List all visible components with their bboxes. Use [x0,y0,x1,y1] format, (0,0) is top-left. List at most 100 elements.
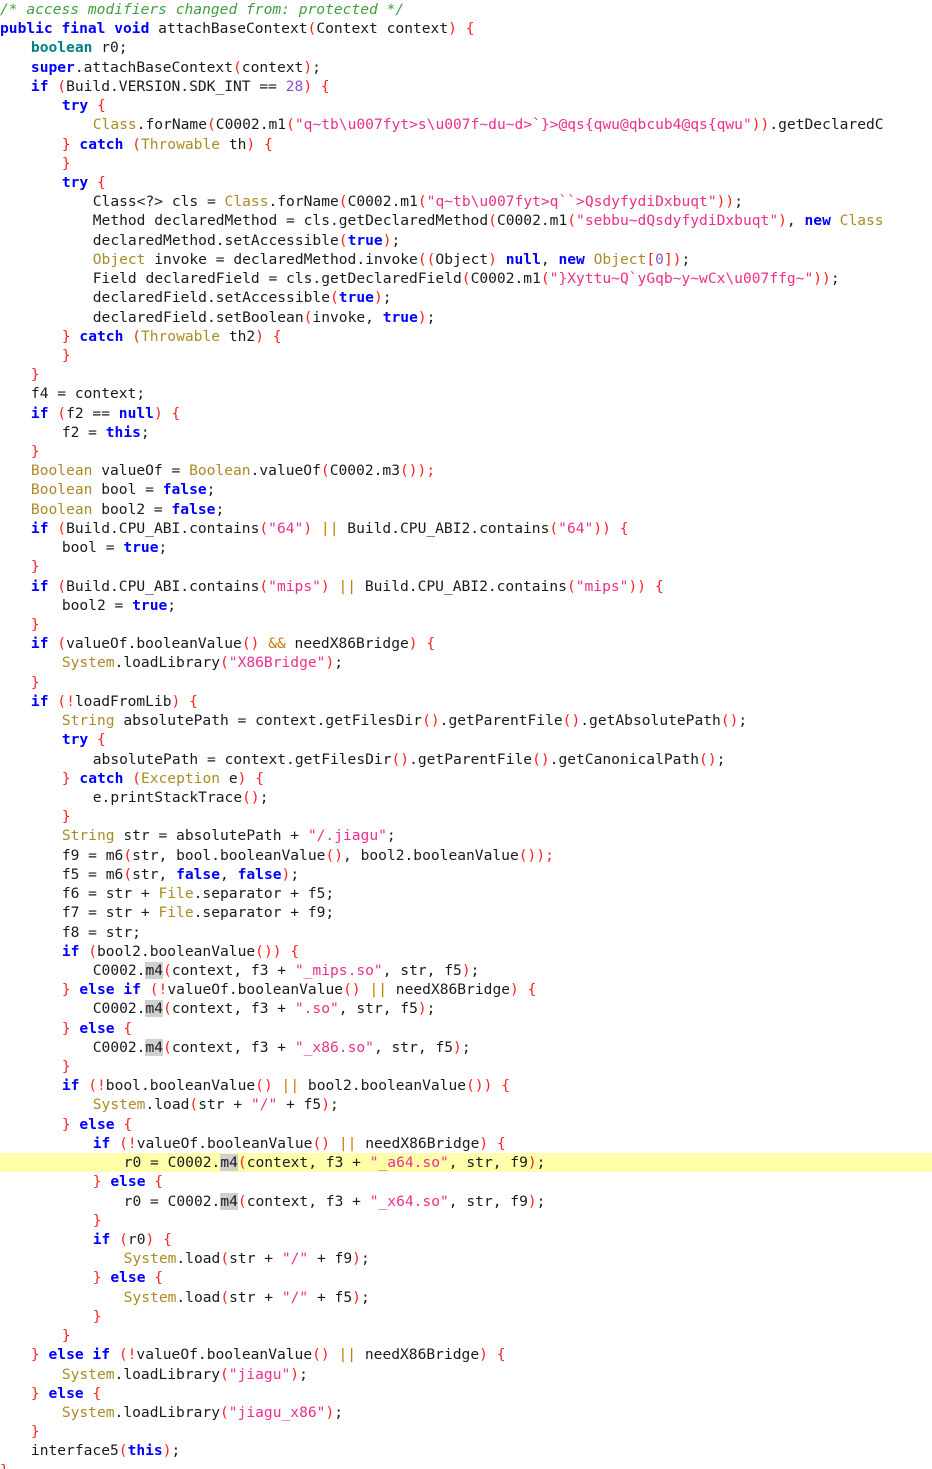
code-line[interactable]: if (!valueOf.booleanValue() || needX86Br… [0,1134,932,1153]
code-line[interactable]: try { [0,96,932,115]
code-token: )) [751,116,770,134]
code-line[interactable]: r0 = C0002.m4(context, f3 + "_a64.so", s… [0,1153,932,1173]
code-viewer[interactable]: /* access modifiers changed from: protec… [0,0,932,1469]
code-line[interactable]: } [0,1326,932,1345]
code-line[interactable]: System.load(str + "/" + f5); [0,1288,932,1307]
code-token: ; [167,596,177,614]
code-line[interactable]: String str = absolutePath + "/.jiagu"; [0,826,932,845]
code-line[interactable]: System.loadLibrary("jiagu_x86"); [0,1403,932,1422]
code-token: ) [488,250,497,268]
code-line[interactable]: } [0,1422,932,1441]
code-line[interactable]: try { [0,173,932,192]
code-line[interactable]: C0002.m4(context, f3 + "_mips.so", str, … [0,961,932,980]
code-line[interactable]: interface5(this); [0,1441,932,1460]
code-line[interactable]: } else { [0,1384,932,1403]
code-line[interactable]: } else { [0,1019,932,1038]
code-line[interactable]: declaredMethod.setAccessible(true); [0,231,932,250]
code-line[interactable]: declaredField.setBoolean(invoke, true); [0,308,932,327]
code-line[interactable]: if (!bool.booleanValue() || bool2.boolea… [0,1076,932,1095]
code-line[interactable]: } [0,807,932,826]
code-line[interactable]: try { [0,730,932,749]
code-line[interactable]: f7 = str + File.separator + f9; [0,903,932,922]
code-line[interactable]: C0002.m4(context, f3 + "_x86.so", str, f… [0,1038,932,1057]
code-line[interactable]: Boolean valueOf = Boolean.valueOf(C0002.… [0,461,932,480]
code-line[interactable]: String absolutePath = context.getFilesDi… [0,711,932,730]
code-line[interactable]: r0 = C0002.m4(context, f3 + "_x64.so", s… [0,1192,932,1211]
code-line[interactable]: } else { [0,1172,932,1191]
code-line[interactable]: if (valueOf.booleanValue() && needX86Bri… [0,634,932,653]
code-line[interactable]: } catch (Throwable th2) { [0,327,932,346]
code-line[interactable]: } [0,365,932,384]
code-line[interactable]: } [0,1057,932,1076]
code-token: 28 [285,77,304,95]
code-token: this [127,1442,163,1460]
code-line[interactable]: Class<?> cls = Class.forName(C0002.m1("q… [0,192,932,211]
code-token: Method declaredMethod = cls.getDeclaredM… [92,212,489,230]
code-token: } [61,1019,71,1037]
code-token: , str, f5 [382,961,462,979]
code-line[interactable]: declaredField.setAccessible(true); [0,288,932,307]
code-token: "64" [268,519,304,537]
code-token: ! [66,692,75,710]
code-line[interactable]: f4 = context; [0,384,932,403]
code-token: } [30,443,40,461]
code-line[interactable]: if (Build.VERSION.SDK_INT == 28) { [0,77,932,96]
code-line[interactable]: e.printStackTrace(); [0,788,932,807]
code-line[interactable]: C0002.m4(context, f3 + ".so", str, f5); [0,999,932,1018]
code-line[interactable]: } [0,1211,932,1230]
code-line[interactable]: Boolean bool2 = false; [0,500,932,519]
code-line[interactable]: } else if (!valueOf.booleanValue() || ne… [0,980,932,999]
code-line[interactable]: } [0,442,932,461]
code-line[interactable]: if (f2 == null) { [0,404,932,423]
code-line[interactable]: } else if (!valueOf.booleanValue() || ne… [0,1345,932,1364]
code-line[interactable]: f2 = this; [0,423,932,442]
code-token: ; [716,750,726,768]
code-line[interactable]: absolutePath = context.getFilesDir().get… [0,750,932,769]
code-line[interactable]: Object invoke = declaredMethod.invoke((O… [0,250,932,269]
code-line[interactable]: f9 = m6(str, bool.booleanValue(), bool2.… [0,846,932,865]
code-line[interactable]: System.load(str + "/" + f5); [0,1095,932,1114]
code-line[interactable]: } [0,557,932,576]
code-line[interactable]: } [0,154,932,173]
code-line[interactable]: } [0,615,932,634]
code-line[interactable]: } [0,1307,932,1326]
code-line[interactable]: public final void attachBaseContext(Cont… [0,19,932,38]
code-line[interactable]: } catch (Throwable th) { [0,135,932,154]
code-line[interactable]: f8 = str; [0,923,932,942]
code-line[interactable]: } [0,346,932,365]
code-line[interactable]: System.loadLibrary("jiagu"); [0,1365,932,1384]
code-line[interactable]: } catch (Exception e) { [0,769,932,788]
code-line[interactable]: } else { [0,1268,932,1287]
code-line[interactable]: bool2 = true; [0,596,932,615]
code-line[interactable]: } [0,1461,932,1469]
code-line[interactable]: Boolean bool = false; [0,480,932,499]
code-line[interactable]: Field declaredField = cls.getDeclaredFie… [0,269,932,288]
code-line[interactable]: super.attachBaseContext(context); [0,58,932,77]
code-token: Boolean [189,462,251,480]
code-line[interactable]: if (Build.CPU_ABI.contains("mips") || Bu… [0,577,932,596]
code-line[interactable]: f5 = m6(str, false, false); [0,865,932,884]
code-line[interactable]: f6 = str + File.separator + f5; [0,884,932,903]
code-token: { [290,942,300,960]
code-line[interactable]: if (r0) { [0,1230,932,1249]
code-line[interactable]: Method declaredMethod = cls.getDeclaredM… [0,211,932,230]
code-line[interactable]: if (Build.CPU_ABI.contains("64") || Buil… [0,519,932,538]
code-token: ( [57,77,67,95]
code-line[interactable]: /* access modifiers changed from: protec… [0,0,932,19]
code-line[interactable]: System.loadLibrary("X86Bridge"); [0,653,932,672]
code-token: ( [549,519,559,537]
code-token: System [123,1288,177,1306]
code-line[interactable]: if (bool2.booleanValue()) { [0,942,932,961]
code-line[interactable]: } else { [0,1115,932,1134]
code-line[interactable]: Class.forName(C0002.m1("q~tb\u007fyt>s\u… [0,115,932,134]
code-line[interactable]: System.load(str + "/" + f9); [0,1249,932,1268]
code-line[interactable]: } [0,673,932,692]
code-line[interactable]: boolean r0; [0,38,932,57]
code-token: if [30,404,49,422]
code-line[interactable]: if (!loadFromLib) { [0,692,932,711]
code-line[interactable]: bool = true; [0,538,932,557]
code-token: ( [118,1346,128,1364]
